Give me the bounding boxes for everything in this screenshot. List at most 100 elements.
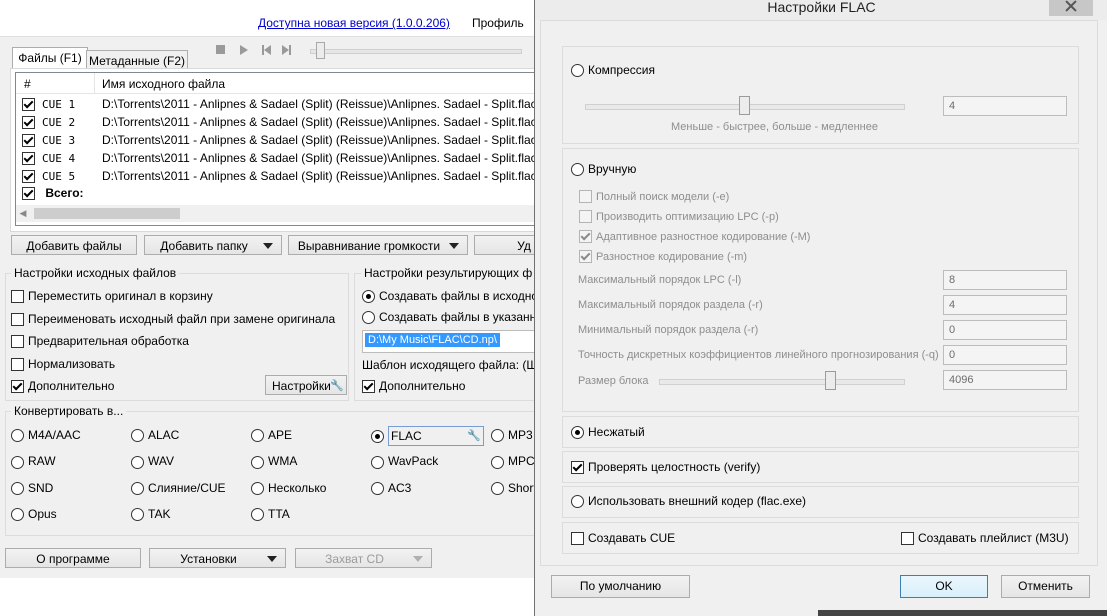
update-link[interactable]: Доступна новая версия (1.0.0.206)	[258, 16, 450, 30]
radio-icon[interactable]	[11, 481, 24, 495]
add-files-button[interactable]: Добавить файлы	[11, 235, 137, 255]
radio-icon[interactable]	[491, 429, 504, 443]
scroll-left-icon[interactable]: ◀	[16, 208, 30, 219]
source-option[interactable]: Нормализовать	[11, 355, 115, 373]
radio-icon[interactable]	[371, 481, 384, 495]
seek-track[interactable]	[310, 49, 522, 54]
format-option[interactable]: WAV	[131, 452, 174, 470]
create-cue-option[interactable]: Создавать CUE	[571, 529, 675, 547]
format-option[interactable]: Несколько	[251, 479, 326, 497]
manual-field-input[interactable]: 0	[943, 320, 1067, 340]
radio-icon[interactable]	[131, 481, 144, 495]
radio-icon[interactable]	[362, 290, 375, 304]
previous-icon[interactable]	[262, 45, 272, 55]
radio-icon[interactable]	[251, 508, 264, 522]
radio-icon[interactable]	[11, 508, 24, 522]
verify-option[interactable]: Проверять целостность (verify)	[571, 458, 760, 476]
source-option[interactable]: Предварительная обработка	[11, 332, 189, 350]
row-checkbox[interactable]	[22, 98, 35, 112]
play-icon[interactable]	[240, 45, 250, 55]
block-size-track[interactable]	[659, 379, 905, 385]
manual-option[interactable]: Вручную	[571, 160, 636, 178]
format-option[interactable]: SND	[11, 479, 53, 497]
format-option[interactable]: WMA	[251, 452, 297, 470]
total-checkbox[interactable]	[22, 187, 35, 201]
result-extra-option[interactable]: Дополнительно	[362, 377, 465, 395]
manual-field-input[interactable]: 8	[943, 270, 1067, 290]
add-folder-button[interactable]: Добавить папку	[144, 235, 282, 255]
format-option[interactable]: WavPack	[371, 452, 438, 470]
format-option[interactable]: MP3	[491, 426, 533, 444]
radio-icon[interactable]	[491, 481, 504, 495]
format-option[interactable]: APE	[251, 426, 292, 444]
checkbox-icon[interactable]	[11, 357, 24, 371]
format-option[interactable]: Short	[491, 479, 537, 497]
format-option[interactable]: M4A/AAC	[11, 426, 81, 444]
stop-icon[interactable]	[216, 45, 226, 55]
profile-label[interactable]: Профиль	[472, 16, 524, 30]
radio-icon[interactable]	[131, 455, 144, 469]
ok-button[interactable]: OK	[900, 575, 988, 598]
close-button[interactable]	[1049, 0, 1093, 16]
manual-field-input[interactable]: 4	[943, 295, 1067, 315]
format-option[interactable]: MPC	[491, 452, 535, 470]
radio-icon[interactable]	[131, 429, 144, 443]
checkbox-icon[interactable]	[571, 461, 584, 475]
format-option[interactable]: FLAC 🔧	[371, 426, 484, 446]
radio-icon[interactable]	[571, 163, 584, 177]
table-row[interactable]: CUE 2 D:\Torrents\2011 - Anlipnes & Sadae…	[22, 113, 536, 131]
table-row[interactable]: CUE 4 D:\Torrents\2011 - Anlipnes & Sadae…	[22, 149, 536, 167]
column-number[interactable]: #	[24, 77, 31, 91]
radio-icon[interactable]	[491, 455, 504, 469]
checkbox-icon[interactable]	[11, 335, 24, 349]
manual-field-input[interactable]: 0	[943, 345, 1067, 365]
radio-icon[interactable]	[571, 64, 584, 78]
checkbox-icon[interactable]	[901, 532, 914, 546]
radio-icon[interactable]	[371, 455, 384, 469]
radio-icon[interactable]	[371, 430, 384, 444]
cancel-button[interactable]: Отменить	[1001, 575, 1090, 598]
radio-icon[interactable]	[131, 508, 144, 522]
format-option[interactable]: ALAC	[131, 426, 179, 444]
uncompressed-option[interactable]: Несжатый	[571, 423, 645, 441]
block-size-field[interactable]: 4096	[943, 370, 1067, 390]
table-row[interactable]: CUE 5 D:\Torrents\2011 - Anlipnes & Sadae…	[22, 167, 536, 185]
format-option[interactable]: AC3	[371, 479, 411, 497]
radio-icon[interactable]	[571, 426, 584, 440]
external-option[interactable]: Использовать внешний кодер (flac.exe)	[571, 492, 806, 510]
format-option[interactable]: Opus	[11, 505, 57, 523]
compression-slider-thumb[interactable]	[739, 96, 750, 115]
wrench-icon[interactable]: 🔧	[467, 427, 481, 445]
radio-icon[interactable]	[251, 429, 264, 443]
radio-icon[interactable]	[11, 429, 24, 443]
radio-icon[interactable]	[571, 495, 584, 509]
create-playlist-option[interactable]: Создавать плейлист (M3U)	[901, 529, 1069, 547]
settings-button[interactable]: Установки	[149, 548, 286, 568]
result-radio-source[interactable]: Создавать файлы в исходно	[362, 287, 538, 305]
horizontal-scrollbar[interactable]: ◀	[16, 205, 536, 222]
scroll-thumb[interactable]	[34, 208, 180, 219]
format-option[interactable]: RAW	[11, 452, 56, 470]
table-row[interactable]: CUE 1 D:\Torrents\2011 - Anlipnes & Sadae…	[22, 95, 536, 113]
radio-icon[interactable]	[251, 481, 264, 495]
row-checkbox[interactable]	[22, 134, 35, 148]
source-option[interactable]: Дополнительно	[11, 377, 114, 395]
normalize-button[interactable]: Выравнивание громкости	[288, 235, 468, 255]
row-checkbox[interactable]	[22, 170, 35, 184]
default-button[interactable]: По умолчанию	[551, 575, 690, 598]
format-option[interactable]: TAK	[131, 505, 170, 523]
source-option[interactable]: Переместить оригинал в корзину	[11, 287, 213, 305]
file-list[interactable]: # Имя исходного файла CUE 1 D:\Torrents\2…	[15, 72, 537, 226]
checkbox-icon[interactable]	[11, 290, 24, 304]
radio-icon[interactable]	[362, 311, 375, 325]
checkbox-icon[interactable]	[11, 312, 24, 326]
column-filename[interactable]: Имя исходного файла	[102, 77, 225, 91]
format-option[interactable]: Слияние/CUE	[131, 479, 226, 497]
next-icon[interactable]	[282, 45, 292, 55]
checkbox-icon[interactable]	[11, 380, 24, 394]
table-row[interactable]: CUE 3 D:\Torrents\2011 - Anlipnes & Sadae…	[22, 131, 536, 149]
result-radio-custom[interactable]: Создавать файлы в указанно	[362, 308, 543, 326]
output-path-field[interactable]: D:\My Music\FLAC\CD.np\	[362, 330, 536, 353]
format-option[interactable]: TTA	[251, 505, 290, 523]
about-button[interactable]: О программе	[5, 548, 141, 568]
